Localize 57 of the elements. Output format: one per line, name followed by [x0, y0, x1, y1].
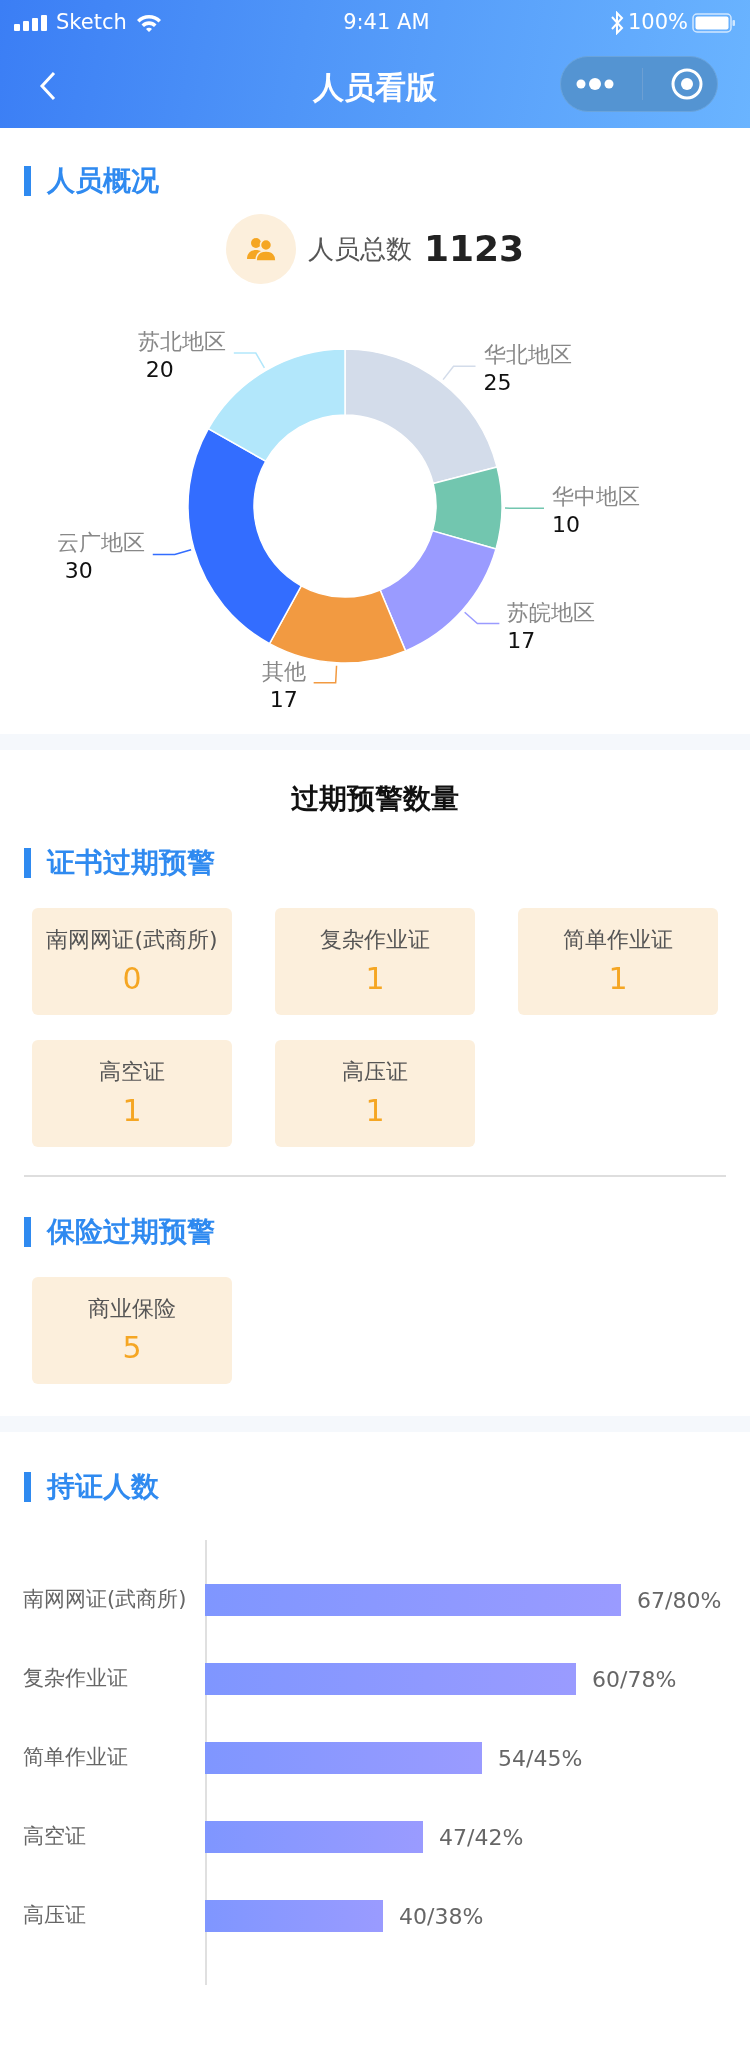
- signal-icon: [14, 15, 48, 31]
- slice-label: 其他: [261, 658, 306, 684]
- bar-value: 47/42%: [439, 1823, 524, 1852]
- bar-label: 高压证: [22, 1901, 87, 1929]
- card-label: 南网网证(武商所): [46, 925, 218, 954]
- bluetooth-icon: [609, 11, 624, 35]
- total-label: 人员总数: [307, 232, 412, 266]
- leader-line: [312, 665, 338, 684]
- card-label: 复杂作业证: [320, 925, 430, 954]
- leader-line: [442, 365, 477, 381]
- bar-value: 40/38%: [399, 1902, 484, 1931]
- slice-value: 25: [483, 370, 512, 396]
- section-title: 人员概况: [24, 166, 750, 196]
- carrier-name: Sketch: [56, 9, 127, 37]
- card-label: 高压证: [342, 1057, 408, 1086]
- section-heading: 过期预警数量: [290, 781, 460, 817]
- bar-value: 54/45%: [498, 1744, 583, 1773]
- more-icon[interactable]: [574, 78, 615, 90]
- leader-line: [233, 352, 266, 369]
- page-title: 人员看版: [313, 67, 437, 107]
- slice-label: 苏北地区: [137, 329, 226, 355]
- slice-label: 华北地区: [483, 342, 572, 368]
- section-title: 持证人数: [24, 1472, 750, 1502]
- slice-label: 云广地区: [56, 530, 145, 556]
- section-title: 保险过期预警: [24, 1217, 750, 1247]
- battery-icon: [692, 13, 736, 33]
- battery-percent: 100%: [627, 9, 688, 37]
- card-count: 5: [122, 1328, 142, 1367]
- bar-label: 复杂作业证: [22, 1664, 129, 1692]
- leader-line: [152, 549, 192, 556]
- slice-label: 苏皖地区: [507, 599, 596, 625]
- card-count: 1: [365, 1091, 385, 1130]
- bar-label: 简单作业证: [22, 1743, 129, 1771]
- bar-label: 南网网证(武商所): [22, 1585, 188, 1613]
- card-label: 高空证: [99, 1057, 165, 1086]
- card-label: 简单作业证: [563, 925, 673, 954]
- slice-value: 17: [507, 627, 536, 653]
- section-title: 证书过期预警: [24, 848, 750, 878]
- leader-line: [504, 507, 545, 510]
- slice-label: 华中地区: [552, 484, 640, 510]
- card-label: 商业保险: [88, 1294, 176, 1323]
- bar-value: 60/78%: [592, 1665, 677, 1694]
- total-count: 1123: [423, 227, 525, 271]
- slice-value: 10: [552, 512, 580, 538]
- people-icon: [225, 214, 296, 284]
- slice-value: 30: [64, 558, 93, 584]
- card-count: 1: [365, 959, 385, 998]
- slice-value: 17: [269, 686, 298, 712]
- card-count: 0: [122, 959, 142, 998]
- card-count: 1: [122, 1091, 142, 1130]
- leader-line: [463, 611, 501, 625]
- bar-label: 高空证: [22, 1822, 87, 1850]
- card-count: 1: [608, 959, 628, 998]
- back-icon[interactable]: [38, 70, 58, 102]
- slice-value: 20: [145, 357, 174, 383]
- status-time: 9:41 AM: [343, 10, 430, 35]
- bar-value: 67/80%: [637, 1586, 722, 1615]
